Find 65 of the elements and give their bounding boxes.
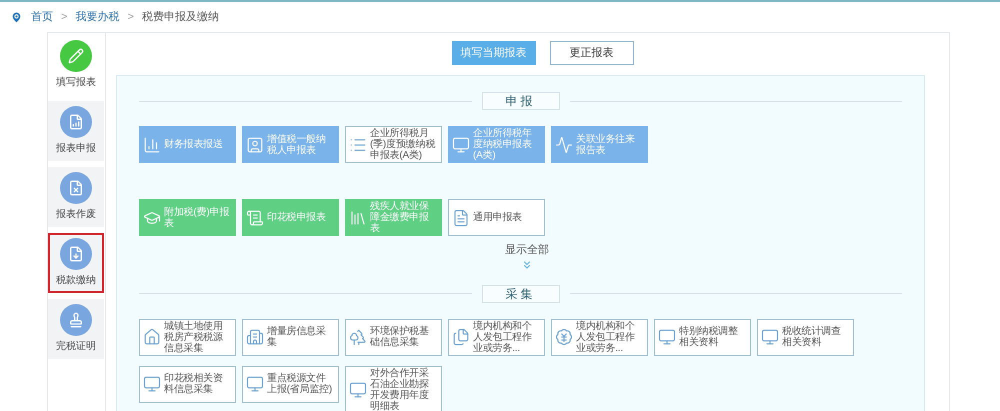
user-document-icon xyxy=(246,136,264,154)
location-pin-icon xyxy=(10,10,23,24)
card-label: 城镇土地使用税房产税税源信息采集 xyxy=(164,320,224,354)
form-card[interactable]: 境内机构和个人发包工程作业或劳务... xyxy=(551,318,648,356)
sidebar-label: 报表作废 xyxy=(56,208,96,222)
card-label: 企业所得税年度纳税申报表(A类) xyxy=(473,128,533,161)
form-card[interactable]: 税收统计调查相关资料 xyxy=(757,318,854,356)
double-chevron-icon xyxy=(521,258,533,270)
bar-chart-icon xyxy=(143,136,161,154)
monitor-icon xyxy=(658,328,676,346)
building-icon xyxy=(246,328,264,346)
monitor-icon xyxy=(246,375,264,393)
form-card[interactable]: 对外合作开采石油企业勘探开发费用年度明细表 xyxy=(345,366,442,411)
line-chart-icon xyxy=(555,136,573,154)
form-card[interactable]: 特别纳税调整相关资料 xyxy=(654,318,751,356)
breadcrumb-link[interactable]: 首页 xyxy=(31,8,53,26)
breadcrumb-separator: > xyxy=(127,10,134,25)
card-label: 对外合作开采石油企业勘探开发费用年度明细表 xyxy=(370,368,430,411)
card-label: 境内机构和个人发包工程作业或劳务... xyxy=(473,320,533,354)
card-label: 增值税一般纳税人申报表 xyxy=(267,134,327,156)
sidebar-label: 税款缴纳 xyxy=(56,274,96,288)
monitor-icon xyxy=(143,375,161,393)
form-card[interactable]: 境内机构和个人发包工程作业或劳务... xyxy=(448,318,545,356)
show-all-link[interactable]: 显示全部 xyxy=(505,242,549,270)
breadcrumb-link[interactable]: 我要办税 xyxy=(75,8,120,26)
documents-icon xyxy=(452,328,470,346)
card-label: 印花税申报表 xyxy=(267,212,326,223)
monitor-icon xyxy=(349,380,367,398)
form-card[interactable]: 通用申报表 xyxy=(448,199,545,236)
card-label: 附加税(费)申报表 xyxy=(164,206,230,228)
form-card[interactable]: 重点税源文件上报(省局监控) xyxy=(242,366,339,402)
sidebar-label: 填写报表 xyxy=(56,76,96,90)
sidebar-item[interactable]: 税款缴纳 xyxy=(48,233,104,293)
card-label: 税收统计调查相关资料 xyxy=(782,326,842,348)
report-button[interactable]: 更正报表 xyxy=(550,41,634,65)
card-label: 特别纳税调整相关资料 xyxy=(679,326,739,348)
card-label: 残疾人就业保障金缴费申报表 xyxy=(370,201,430,234)
tree-icon xyxy=(349,328,367,346)
house-icon xyxy=(143,328,161,346)
card-label: 企业所得税月(季)度预缴纳税申报表(A类) xyxy=(370,128,436,161)
section-title: 申报 xyxy=(482,92,560,110)
card-label: 印花税相关资料信息采集 xyxy=(164,373,224,395)
form-card[interactable]: 企业所得税月(季)度预缴纳税申报表(A类) xyxy=(345,126,442,163)
monitor-icon xyxy=(452,136,470,154)
card-label: 重点税源文件上报(省局监控) xyxy=(267,373,334,395)
form-card[interactable]: 环境保护税基础信息采集 xyxy=(345,318,442,356)
form-card[interactable]: 增量房信息采集 xyxy=(242,318,339,356)
monitor-icon xyxy=(761,328,779,346)
form-card[interactable]: 印花税相关资料信息采集 xyxy=(139,366,236,402)
document-icon xyxy=(452,208,470,226)
card-label: 环境保护税基础信息采集 xyxy=(370,326,430,348)
breadcrumb-separator: > xyxy=(61,10,68,25)
card-label: 关联业务往来报告表 xyxy=(576,134,636,156)
sidebar-label: 完税证明 xyxy=(56,340,96,354)
card-label: 财务报表报送 xyxy=(164,139,223,150)
form-card[interactable]: 城镇土地使用税房产税税源信息采集 xyxy=(139,318,236,356)
sidebar-item[interactable]: 报表作废 xyxy=(48,167,104,227)
section-title: 采集 xyxy=(482,284,560,302)
sidebar-item[interactable]: 完税证明 xyxy=(48,299,104,359)
sidebar-label: 报表申报 xyxy=(56,142,96,156)
document-icon xyxy=(246,208,264,226)
card-label: 通用申报表 xyxy=(473,212,522,223)
sidebar-item[interactable]: 报表申报 xyxy=(48,101,104,161)
card-label: 增量房信息采集 xyxy=(267,326,327,348)
card-label: 境内机构和个人发包工程作业或劳务... xyxy=(576,320,636,354)
